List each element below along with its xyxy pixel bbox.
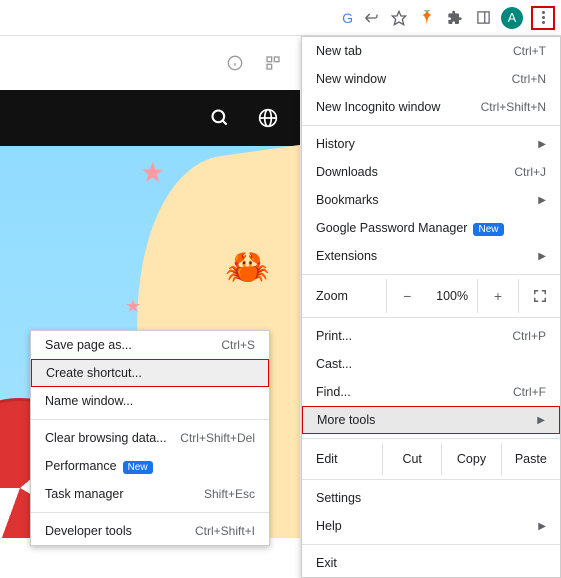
google-logo-icon: G	[342, 10, 353, 26]
menu-item-new-tab[interactable]: New tabCtrl+T	[302, 37, 560, 65]
more-tools-submenu: Save page as...Ctrl+S Create shortcut...…	[30, 330, 270, 546]
separator	[302, 438, 560, 439]
separator	[302, 125, 560, 126]
chevron-right-icon: ▶	[537, 415, 545, 426]
menu-item-new-window[interactable]: New windowCtrl+N	[302, 65, 560, 93]
copy-button[interactable]: Copy	[441, 443, 500, 475]
search-icon[interactable]	[210, 108, 230, 128]
zoom-out-button[interactable]: −	[386, 279, 428, 313]
submenu-item-clear-browsing[interactable]: Clear browsing data...Ctrl+Shift+Del	[31, 424, 269, 452]
zoom-value: 100%	[428, 289, 477, 303]
zoom-in-button[interactable]: +	[477, 279, 519, 313]
submenu-item-save-page[interactable]: Save page as...Ctrl+S	[31, 331, 269, 359]
zoom-label: Zoom	[316, 289, 386, 303]
submenu-item-name-window[interactable]: Name window...	[31, 387, 269, 415]
share-icon[interactable]	[361, 8, 381, 28]
browser-toolbar: G A	[0, 0, 561, 36]
site-navbar	[0, 90, 300, 146]
new-badge: New	[473, 223, 503, 236]
separator	[302, 479, 560, 480]
submenu-item-create-shortcut[interactable]: Create shortcut...	[31, 359, 269, 387]
separator	[302, 317, 560, 318]
extension-carrot-icon[interactable]	[417, 8, 437, 28]
chevron-right-icon: ▶	[538, 521, 546, 532]
chevron-right-icon: ▶	[538, 251, 546, 262]
menu-item-cast[interactable]: Cast...	[302, 350, 560, 378]
menu-item-exit[interactable]: Exit	[302, 549, 560, 577]
globe-icon[interactable]	[258, 108, 278, 128]
chrome-main-menu: New tabCtrl+T New windowCtrl+N New Incog…	[301, 36, 561, 578]
separator	[31, 512, 269, 513]
menu-item-extensions[interactable]: Extensions▶	[302, 242, 560, 270]
kebab-menu-button[interactable]	[531, 6, 555, 30]
edit-label: Edit	[316, 452, 382, 466]
panel-icon[interactable]	[473, 8, 493, 28]
menu-item-bookmarks[interactable]: Bookmarks▶	[302, 186, 560, 214]
menu-item-more-tools[interactable]: More tools▶	[302, 406, 560, 434]
menu-edit-row: Edit Cut Copy Paste	[302, 443, 560, 475]
menu-item-history[interactable]: History▶	[302, 130, 560, 158]
tile-icon[interactable]	[264, 54, 282, 72]
separator	[31, 419, 269, 420]
star-icon[interactable]	[389, 8, 409, 28]
extensions-puzzle-icon[interactable]	[445, 8, 465, 28]
profile-avatar[interactable]: A	[501, 7, 523, 29]
page-topbar	[0, 36, 300, 90]
separator	[302, 544, 560, 545]
cut-button[interactable]: Cut	[382, 443, 441, 475]
separator	[302, 274, 560, 275]
paste-button[interactable]: Paste	[501, 443, 560, 475]
menu-item-help[interactable]: Help▶	[302, 512, 560, 540]
menu-zoom-row: Zoom − 100% +	[302, 279, 560, 313]
submenu-item-performance[interactable]: PerformanceNew	[31, 452, 269, 480]
menu-item-password-manager[interactable]: Google Password ManagerNew	[302, 214, 560, 242]
menu-item-print[interactable]: Print...Ctrl+P	[302, 322, 560, 350]
chevron-right-icon: ▶	[538, 195, 546, 206]
submenu-item-task-manager[interactable]: Task managerShift+Esc	[31, 480, 269, 508]
menu-item-find[interactable]: Find...Ctrl+F	[302, 378, 560, 406]
menu-item-settings[interactable]: Settings	[302, 484, 560, 512]
submenu-item-developer-tools[interactable]: Developer toolsCtrl+Shift+I	[31, 517, 269, 545]
info-icon[interactable]	[226, 54, 244, 72]
fullscreen-button[interactable]	[518, 279, 560, 313]
menu-item-new-incognito[interactable]: New Incognito windowCtrl+Shift+N	[302, 93, 560, 121]
menu-item-downloads[interactable]: DownloadsCtrl+J	[302, 158, 560, 186]
new-badge: New	[123, 461, 153, 474]
chevron-right-icon: ▶	[538, 139, 546, 150]
more-vert-icon	[542, 11, 545, 24]
